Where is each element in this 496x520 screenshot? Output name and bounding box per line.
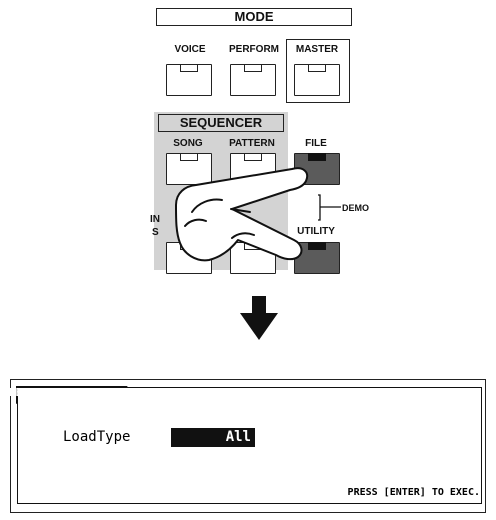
load-type-value[interactable]: All (171, 428, 255, 447)
demo-bracket (318, 194, 341, 221)
load-type-label: LoadType (63, 429, 131, 445)
lcd-hint-text: PRESS [ENTER] TO EXEC. (347, 487, 480, 498)
hand-icon (175, 167, 309, 262)
down-arrow-icon (240, 296, 278, 340)
lcd-tab-title: DEMO LOAD (9, 386, 66, 399)
